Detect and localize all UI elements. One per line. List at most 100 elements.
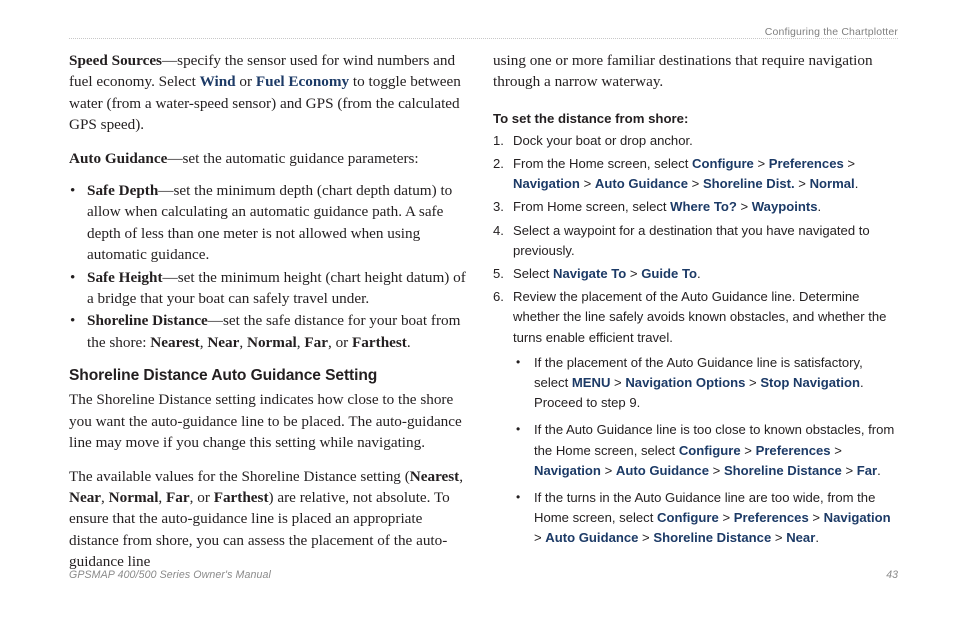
step-number: 2.	[493, 156, 504, 172]
auto-guidance-parameter-list: • Safe Depth—set the minimum depth (chart…	[69, 180, 471, 353]
page-content: Speed Sources—specify the sensor used fo…	[69, 50, 898, 570]
ui-term: Auto Guidance	[545, 530, 639, 546]
procedure-step: 1. Dock your boat or drop anchor.	[493, 131, 895, 151]
page-footer: GPSMAP 400/500 Series Owner's Manual 43	[69, 566, 898, 584]
step-text: From Home screen, select	[513, 199, 671, 215]
ui-term: Shoreline Distance	[653, 530, 772, 546]
ui-term: Auto Guidance	[615, 462, 709, 478]
step-number: 3.	[493, 199, 504, 215]
bullet-icon: •	[70, 182, 76, 200]
ui-term: Navigation	[534, 462, 601, 478]
step-body: Select a waypoint for a destination that…	[513, 223, 870, 258]
ui-term: Preferences	[768, 156, 844, 172]
sep: ,	[459, 467, 464, 485]
menu-path-separator: >	[830, 442, 842, 458]
ui-term: Where To?	[670, 199, 737, 215]
paragraph-auto-guidance: Auto Guidance—set the automatic guidance…	[69, 148, 471, 169]
procedure-step: 6. Review the placement of the Auto Guida…	[493, 287, 895, 548]
ui-term: Waypoints	[751, 199, 818, 215]
ui-term: Normal	[809, 176, 855, 192]
step-number: 4.	[493, 222, 504, 238]
menu-path-separator: >	[638, 530, 654, 546]
document-page: { "colors": { "body_text": "#231f20", "u…	[0, 0, 954, 618]
footer-manual-title: GPSMAP 400/500 Series Owner's Manual	[69, 569, 271, 581]
menu-path-separator: >	[753, 156, 769, 172]
value-farthest: Farthest	[213, 488, 269, 506]
term-auto-guidance: Auto Guidance	[69, 149, 168, 167]
procedure-step: 4. Select a waypoint for a destination th…	[493, 221, 895, 261]
bullet-icon: •	[516, 354, 521, 369]
step-number: 6.	[493, 289, 504, 305]
sub-bullet-body: If the Auto Guidance line is too close t…	[534, 422, 894, 477]
value-nearest: Nearest	[409, 467, 460, 485]
step-body: From the Home screen, select Configure >…	[513, 156, 858, 191]
bullet-icon: •	[70, 268, 76, 286]
value-near: Near	[207, 333, 240, 351]
menu-path-separator: >	[808, 510, 824, 526]
list-item: • Shoreline Distance—set the safe distanc…	[69, 310, 471, 353]
menu-path-separator: >	[794, 176, 810, 192]
paragraph-available-values: The available values for the Shoreline D…	[69, 466, 471, 573]
ui-term: Shoreline Distance	[723, 462, 842, 478]
step-sub-bullet-list: • If the placement of the Auto Guidance l…	[513, 353, 895, 549]
term-shoreline-distance: Shoreline Distance	[87, 312, 208, 330]
sep: , or	[189, 488, 214, 506]
menu-path-separator: >	[688, 176, 703, 192]
ui-term: Stop Navigation	[760, 375, 860, 391]
paragraph-shoreline-intro: The Shoreline Distance setting indicates…	[69, 391, 462, 452]
step-text: .	[854, 176, 859, 192]
paragraph-continuation: using one or more familiar destinations …	[493, 52, 873, 91]
step-text: Review the placement of the Auto Guidanc…	[513, 289, 887, 345]
step-body: Select Navigate To > Guide To.	[513, 266, 701, 281]
value-far: Far	[166, 488, 190, 506]
step-text: .	[696, 266, 701, 282]
sub-bullet-body: If the placement of the Auto Guidance li…	[534, 355, 864, 410]
list-item: • Safe Depth—set the minimum depth (chart…	[69, 180, 471, 266]
list-item: • If the turns in the Auto Guidance line …	[513, 488, 895, 549]
menu-path-separator: >	[841, 462, 857, 478]
step-number: 1.	[493, 132, 504, 148]
term-speed-sources: Speed Sources	[69, 52, 162, 69]
step-text: Select a waypoint for a destination that…	[513, 222, 870, 258]
sub-bullet-body: If the turns in the Auto Guidance line a…	[534, 490, 891, 545]
value-normal: Normal	[108, 488, 159, 506]
value-near: Near	[69, 488, 102, 506]
value-nearest: Nearest	[150, 333, 200, 351]
procedure-step: 3. From Home screen, select Where To? > W…	[493, 197, 895, 217]
menu-path-separator: >	[610, 375, 626, 391]
ui-term: MENU	[571, 375, 611, 391]
step-body: Review the placement of the Auto Guidanc…	[513, 289, 886, 344]
list-item: • Safe Height—set the minimum height (cha…	[69, 267, 471, 310]
menu-path-separator: >	[718, 510, 734, 526]
ui-term: Configure	[678, 442, 741, 458]
step-number: 5.	[493, 266, 504, 282]
step-text: .	[877, 462, 881, 478]
ui-term: Preferences	[733, 510, 809, 526]
term-safe-height: Safe Height	[87, 268, 163, 286]
ui-term: Near	[786, 530, 816, 546]
procedure-step: 5. Select Navigate To > Guide To.	[493, 264, 895, 284]
term-safe-depth: Safe Depth	[87, 182, 159, 200]
procedure-heading: To set the distance from shore:	[493, 110, 689, 126]
ui-term: Navigation	[513, 176, 580, 192]
menu-path-separator: >	[709, 462, 724, 478]
step-body: From Home screen, select Where To? > Way…	[513, 199, 821, 214]
step-text: From the Home screen, select	[513, 156, 693, 172]
header-divider-rule	[69, 38, 898, 40]
right-column: using one or more familiar destinations …	[493, 50, 895, 556]
menu-path-separator: >	[600, 462, 616, 478]
menu-path-separator: >	[579, 176, 595, 192]
sep: ,	[101, 488, 109, 506]
ui-term: Navigation Options	[625, 375, 746, 391]
procedure-step-list: 1. Dock your boat or drop anchor. 2. From t…	[493, 131, 895, 549]
paragraph-speed-sources: Speed Sources—specify the sensor used fo…	[69, 50, 471, 136]
footer-page-number: 43	[886, 569, 898, 581]
left-column: Speed Sources—specify the sensor used fo…	[69, 50, 471, 585]
ui-term: Shoreline Dist.	[702, 176, 795, 192]
menu-path-separator: >	[736, 199, 752, 215]
available-values-text-1: The available values for the Shoreline D…	[69, 467, 410, 485]
ui-term: Configure	[692, 156, 754, 172]
step-text: .	[817, 199, 822, 215]
step-text: Select	[513, 266, 554, 282]
procedure-step: 2. From the Home screen, select Configure…	[493, 154, 895, 194]
